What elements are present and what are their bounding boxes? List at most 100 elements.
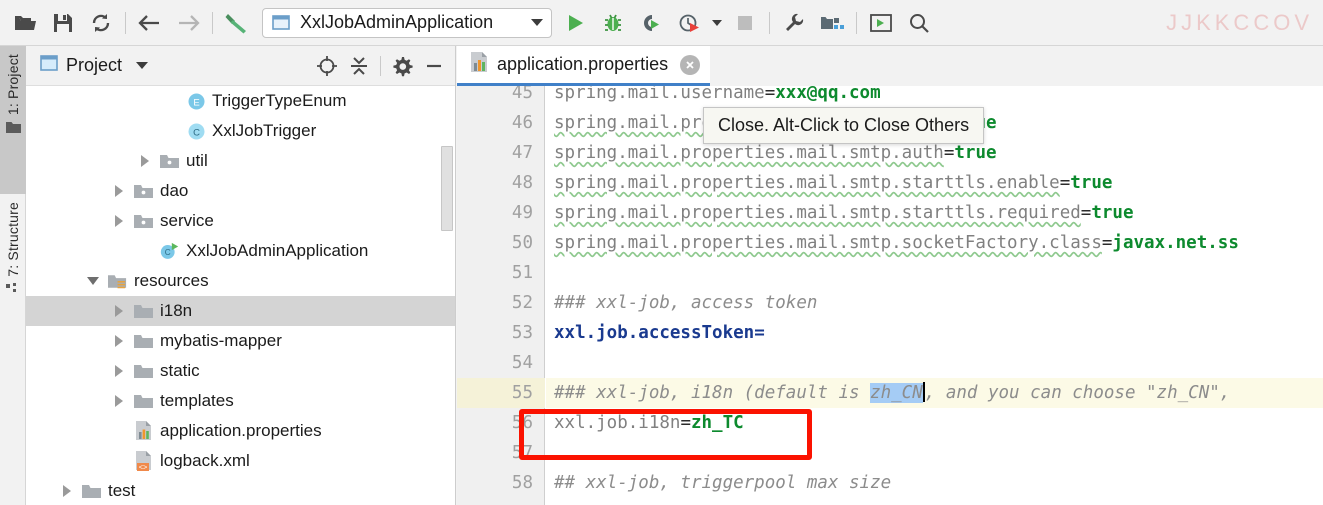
package-icon: [160, 151, 180, 171]
folder-icon: [134, 301, 154, 321]
project-tree[interactable]: E TriggerTypeEnum C XxlJobTrigger util dao ser…: [26, 86, 455, 505]
code-line[interactable]: 45 spring.mail.username=xxx@qq.com: [457, 86, 1323, 108]
run-coverage-icon[interactable]: [632, 4, 670, 42]
code-line[interactable]: 51: [457, 258, 1323, 288]
toolbar-separator: [125, 11, 126, 34]
line-content: ### xxl-job, access token: [554, 288, 817, 318]
collapse-arrow-icon[interactable]: [84, 272, 102, 290]
line-number: 45: [511, 86, 533, 103]
project-structure-icon[interactable]: [813, 4, 851, 42]
tree-item-xxljobadminapplication[interactable]: C XxlJobAdminApplication: [26, 236, 455, 266]
tree-item-label: mybatis-mapper: [160, 331, 282, 350]
run-configuration-selector[interactable]: XxlJobAdminApplication: [262, 7, 552, 38]
expand-arrow-icon[interactable]: [110, 182, 128, 200]
code-token: true: [954, 143, 997, 163]
collapse-all-icon[interactable]: [344, 51, 374, 81]
code-editor[interactable]: 45spring.mail.username=xxx@qq.com46sprin…: [457, 86, 1323, 505]
expand-arrow-icon[interactable]: [110, 302, 128, 320]
chevron-down-icon[interactable]: [531, 19, 543, 26]
code-line[interactable]: 56 xxl.job.i18n=zh_TC: [457, 408, 1323, 438]
line-number: 46: [511, 113, 533, 133]
tree-item-label: XxlJobTrigger: [212, 121, 317, 140]
tree-item-test[interactable]: test: [26, 476, 455, 505]
tree-item-static[interactable]: static: [26, 356, 455, 386]
line-content: spring.mail.properties.mail.smtp.starttl…: [554, 198, 1134, 228]
tree-item-xxljobtrigger[interactable]: C XxlJobTrigger: [26, 116, 455, 146]
expand-arrow-icon[interactable]: [110, 392, 128, 410]
wrench-icon[interactable]: [775, 4, 813, 42]
svg-text:C: C: [193, 127, 200, 138]
tree-item-application-properties[interactable]: application.properties: [26, 416, 455, 446]
profiler-icon[interactable]: [670, 4, 708, 42]
sidebar-item-project[interactable]: 1: Project: [0, 46, 26, 194]
forward-icon[interactable]: [169, 4, 207, 42]
tree-item-logback-xml[interactable]: <> logback.xml: [26, 446, 455, 476]
tree-item-util[interactable]: util: [26, 146, 455, 176]
run-config-label: XxlJobAdminApplication: [300, 12, 494, 32]
code-token: spring.mail.properties.mail.smtp.auth: [554, 143, 944, 163]
code-line[interactable]: 57: [457, 438, 1323, 468]
line-content: spring.mail.properties.mail.smtp.starttl…: [554, 168, 1112, 198]
expand-arrow-icon[interactable]: [110, 362, 128, 380]
expand-arrow-icon[interactable]: [136, 152, 154, 170]
expand-arrow-icon[interactable]: [110, 332, 128, 350]
tree-item-templates[interactable]: templates: [26, 386, 455, 416]
tree-item-triggertypeenum[interactable]: E TriggerTypeEnum: [26, 86, 455, 116]
code-line[interactable]: 55 ### xxl-job, i18n (default is zh_CN, a…: [457, 378, 1323, 408]
expand-arrow-icon[interactable]: [58, 482, 76, 500]
sync-icon[interactable]: [82, 4, 120, 42]
code-token: =: [754, 323, 765, 343]
code-line[interactable]: 50 spring.mail.properties.mail.smtp.socke…: [457, 228, 1323, 258]
line-number: 49: [511, 203, 533, 223]
code-line[interactable]: 48 spring.mail.properties.mail.smtp.start…: [457, 168, 1323, 198]
tree-item-mybatis-mapper[interactable]: mybatis-mapper: [26, 326, 455, 356]
run-icon[interactable]: [556, 4, 594, 42]
editor-tab-application-properties[interactable]: application.properties: [457, 46, 711, 86]
sidebar-item-structure[interactable]: 7: Structure: [0, 194, 26, 356]
locate-icon[interactable]: [312, 51, 342, 81]
svg-text:<>: <>: [139, 463, 148, 471]
close-icon[interactable]: [680, 54, 701, 75]
save-all-icon[interactable]: [44, 4, 82, 42]
tree-item-dao[interactable]: dao: [26, 176, 455, 206]
folder-icon: [82, 481, 102, 501]
code-token: =: [1080, 203, 1092, 223]
minimize-icon[interactable]: [419, 51, 449, 81]
code-token: ### xxl-job, i18n (default is: [554, 383, 871, 403]
code-line[interactable]: 54: [457, 348, 1323, 378]
line-number: 58: [511, 473, 533, 493]
line-number: 55: [511, 383, 533, 403]
tree-item-i18n[interactable]: i18n: [26, 296, 455, 326]
code-token: ### xxl-job, access token: [554, 293, 818, 313]
back-icon[interactable]: [131, 4, 169, 42]
project-tree-scrollbar[interactable]: [441, 86, 453, 505]
build-hammer-icon[interactable]: [218, 4, 256, 42]
panel-separator: [380, 55, 381, 76]
tree-item-label: util: [186, 151, 208, 170]
gear-icon[interactable]: [387, 51, 417, 81]
code-line[interactable]: 52 ### xxl-job, access token: [457, 288, 1323, 318]
updating-icon[interactable]: [862, 4, 900, 42]
code-token: spring.mail.username: [554, 86, 765, 103]
profiler-dropdown-icon[interactable]: [708, 4, 726, 42]
tree-item-service[interactable]: service: [26, 206, 455, 236]
debug-icon[interactable]: [594, 4, 632, 42]
code-token: =: [764, 86, 776, 103]
stop-icon[interactable]: [726, 4, 764, 42]
chevron-down-icon[interactable]: [136, 62, 149, 69]
scrollbar-thumb[interactable]: [441, 146, 453, 231]
tree-item-resources[interactable]: resources: [26, 266, 455, 296]
code-line[interactable]: 58 ## xxl-job, triggerpool max size: [457, 468, 1323, 498]
search-everywhere-icon[interactable]: [900, 4, 938, 42]
run-config-icon: [272, 14, 290, 30]
code-line[interactable]: 49 spring.mail.properties.mail.smtp.start…: [457, 198, 1323, 228]
code-token: ## xxl-job, triggerpool max size: [554, 473, 892, 493]
code-line[interactable]: 53 xxl.job.accessToken=: [457, 318, 1323, 348]
tree-item-label: dao: [160, 181, 189, 200]
open-folder-icon[interactable]: [6, 4, 44, 42]
project-panel-header: Project: [26, 46, 455, 86]
tool-window-bar: 1: Project 7: Structure: [0, 46, 26, 505]
expand-arrow-icon[interactable]: [110, 212, 128, 230]
